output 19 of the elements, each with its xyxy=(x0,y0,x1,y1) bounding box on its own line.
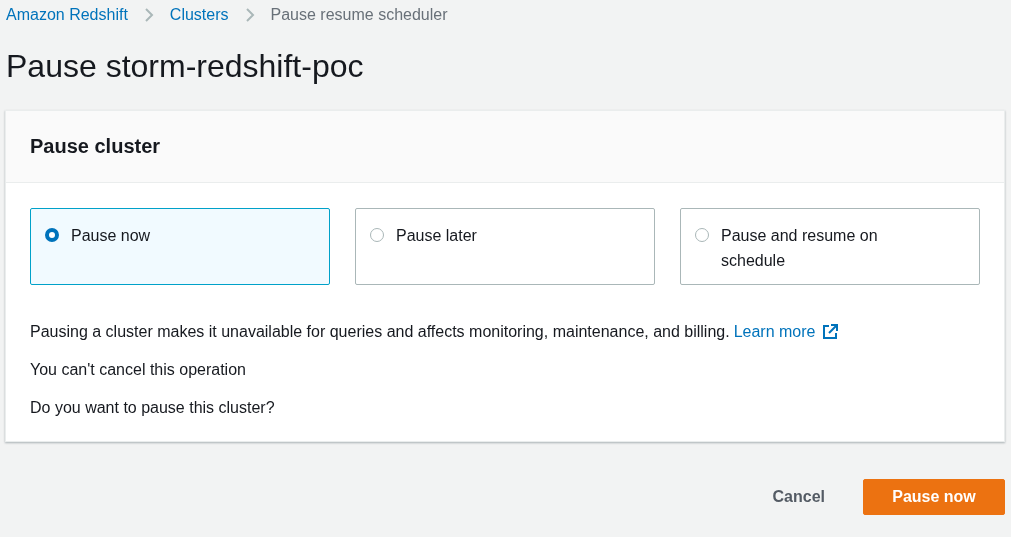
radio-button[interactable] xyxy=(695,228,709,242)
page-title: Pause storm-redshift-poc xyxy=(5,47,365,86)
note-text: Do you want to pause this cluster? xyxy=(30,398,276,418)
description-text: Pausing a cluster makes it unavailable for queries and affects monitoring, maintenance, and billing. Learn more xyxy=(30,321,980,343)
breadcrumb-link[interactable]: Clusters xyxy=(169,6,229,24)
chevron-right-icon xyxy=(244,7,255,23)
breadcrumb-current: Pause resume scheduler xyxy=(270,6,448,24)
radio-tile[interactable]: Pause and resume on schedule xyxy=(680,208,980,285)
chevron-right-icon xyxy=(143,7,154,23)
note-text: You can't cancel this operation xyxy=(30,360,247,380)
cancel-button[interactable]: Cancel xyxy=(772,479,825,515)
external-link-icon xyxy=(821,324,838,340)
radio-tile[interactable]: Pause later xyxy=(355,208,655,285)
panel-title: Pause cluster xyxy=(30,135,161,158)
radio-tile[interactable]: Pause now xyxy=(30,208,330,285)
radio-button[interactable] xyxy=(370,228,384,242)
learn-more-link[interactable]: Learn more xyxy=(733,321,816,343)
breadcrumb-link[interactable]: Amazon Redshift xyxy=(6,6,128,24)
radio-button[interactable] xyxy=(45,228,59,242)
